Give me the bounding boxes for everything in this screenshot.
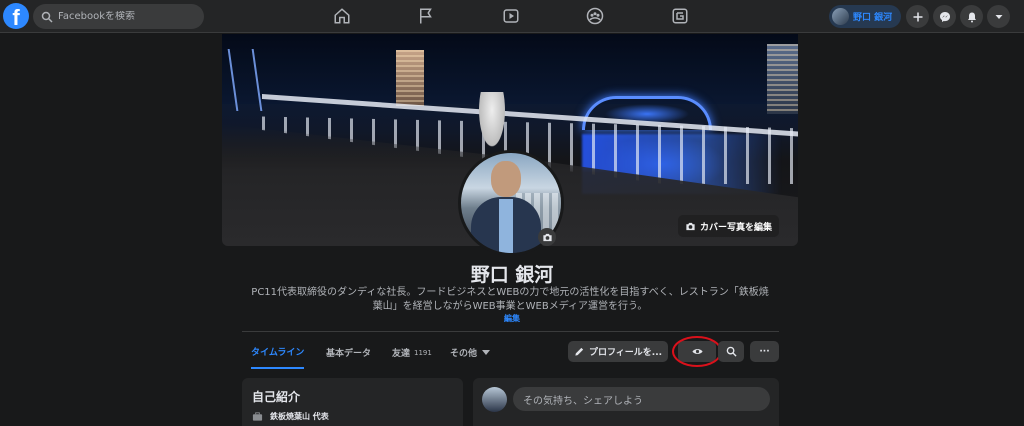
intro-work-line: 鉄板焼葉山 代表	[252, 411, 329, 422]
profile-name: 野口 銀河	[470, 264, 554, 286]
avatar[interactable]	[482, 387, 507, 412]
divider	[242, 331, 779, 332]
caret-down-icon	[995, 14, 1002, 19]
post-composer-placeholder: その気持ち、シェアしよう	[523, 395, 643, 407]
tab-label: その他	[450, 349, 478, 359]
chevron-down-icon	[482, 350, 491, 355]
intro-work-text: 鉄板焼葉山 代表	[270, 412, 329, 421]
intro-card: 自己紹介 鉄板焼葉山 代表	[242, 378, 463, 426]
edit-profile-label: プロフィールを...	[588, 348, 663, 358]
cover-person	[477, 92, 507, 152]
tab-about[interactable]: 基本データ	[326, 336, 371, 369]
profile-picture-face	[491, 161, 521, 197]
briefcase-icon	[252, 412, 263, 421]
edit-bio-link[interactable]: 編集	[0, 313, 1024, 324]
intro-title: 自己紹介	[252, 390, 301, 404]
cover-building	[396, 50, 424, 106]
gaming-icon[interactable]	[671, 7, 689, 25]
tab-more[interactable]: その他	[450, 336, 491, 369]
notifications-button[interactable]	[960, 5, 983, 28]
more-options-label: ···	[759, 346, 770, 357]
highlight-annotation-circle	[672, 336, 722, 367]
messenger-button[interactable]	[933, 5, 956, 28]
edit-profile-button[interactable]: プロフィールを...	[568, 341, 668, 362]
edit-cover-photo-button[interactable]: カバー写真を編集	[678, 215, 779, 237]
update-profile-picture-button[interactable]	[538, 228, 556, 246]
avatar	[832, 8, 849, 25]
camera-icon	[686, 222, 695, 230]
search-input[interactable]	[58, 11, 188, 22]
more-options-button[interactable]: ···	[750, 341, 779, 362]
profile-shortcut[interactable]: 野口 銀河	[829, 5, 901, 28]
messenger-icon	[939, 11, 950, 22]
flag-icon[interactable]	[417, 7, 435, 25]
post-composer: その気持ち、シェアしよう	[473, 378, 779, 426]
search-icon	[726, 346, 737, 357]
search-icon	[41, 11, 53, 23]
account-menu-button[interactable]	[987, 5, 1010, 28]
groups-icon[interactable]	[586, 7, 604, 25]
friend-count: 1191	[414, 348, 432, 357]
plus-icon	[913, 12, 922, 21]
profile-shortcut-name: 野口 銀河	[853, 13, 893, 23]
facebook-logo[interactable]: f	[3, 3, 29, 29]
cover-sky	[222, 34, 798, 104]
tab-label: 友達	[392, 349, 411, 359]
search-box[interactable]	[33, 4, 204, 29]
edit-cover-photo-label: カバー写真を編集	[699, 222, 772, 233]
tab-label: タイムライン	[251, 348, 305, 358]
pencil-icon	[575, 347, 584, 356]
camera-icon	[542, 233, 552, 241]
profile-search-button[interactable]	[718, 341, 744, 362]
home-icon[interactable]	[333, 7, 351, 25]
bell-icon	[967, 12, 976, 22]
tab-friends[interactable]: 友達 1191	[392, 336, 432, 369]
top-navigation-bar: f 野口 銀河	[0, 0, 1024, 33]
cover-building	[767, 44, 798, 114]
edit-bio-label[interactable]: 編集	[504, 314, 520, 323]
create-button[interactable]	[906, 5, 929, 28]
tab-label: 基本データ	[326, 349, 372, 359]
profile-picture-shirt	[499, 199, 513, 253]
video-icon[interactable]	[502, 7, 520, 25]
profile-bio: PC11代表取締役のダンディな社長。フードビジネスとWEBの力で地元の活性化を目…	[251, 287, 769, 312]
tab-timeline[interactable]: タイムライン	[251, 336, 305, 369]
post-composer-input[interactable]: その気持ち、シェアしよう	[513, 387, 770, 411]
